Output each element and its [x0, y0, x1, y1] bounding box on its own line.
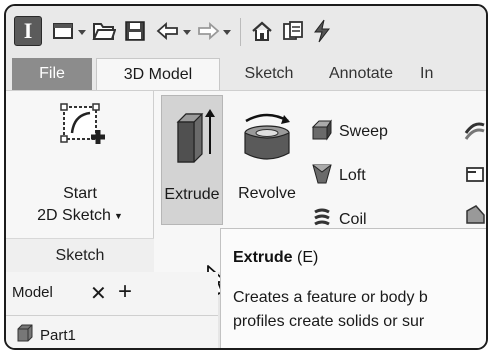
- chevron-down-icon[interactable]: [78, 28, 86, 36]
- redo-icon[interactable]: [196, 18, 220, 44]
- tab-inspect[interactable]: In: [420, 58, 450, 90]
- revolve-icon: [240, 109, 294, 170]
- tab-sketch[interactable]: Sketch: [236, 58, 302, 90]
- start-button-label-line1: Start: [63, 185, 97, 202]
- coil-label: Coil: [339, 211, 367, 228]
- ribbon-tab-bar: File 3D Model Sketch Annotate In: [6, 58, 486, 90]
- start-button-label-line2: 2D Sketch ▼: [37, 207, 123, 224]
- new-file-icon[interactable]: [52, 18, 74, 44]
- tab-file[interactable]: File: [12, 58, 92, 90]
- sweep-label: Sweep: [339, 123, 388, 140]
- sketch-panel: Start 2D Sketch ▼ Sketch: [6, 91, 154, 273]
- tooltip-description: Creates a feature or body b profiles cre…: [233, 289, 428, 330]
- sweep-icon: [311, 118, 333, 146]
- rib-icon[interactable]: [464, 119, 486, 146]
- start-sketch-icon: [58, 103, 108, 158]
- update-icon[interactable]: [312, 18, 332, 44]
- open-folder-icon[interactable]: [92, 18, 116, 44]
- extrude-button[interactable]: Extrude: [161, 95, 223, 225]
- app-logo[interactable]: I: [14, 16, 42, 46]
- tab-model[interactable]: Model: [12, 284, 53, 301]
- add-tab-icon[interactable]: +: [118, 278, 132, 306]
- tooltip-title: Extrude (E): [233, 249, 319, 266]
- emboss-icon[interactable]: [464, 163, 486, 190]
- undo-icon[interactable]: [156, 18, 180, 44]
- browser-tab-bar: Model ✕ +: [6, 272, 218, 316]
- tree-item-part1[interactable]: Part1: [16, 324, 76, 346]
- close-icon[interactable]: ✕: [90, 281, 107, 306]
- sweep-button[interactable]: Sweep: [311, 117, 388, 147]
- extrude-button-label: Extrude: [164, 186, 220, 203]
- tree-item-label: Part1: [40, 326, 76, 344]
- part-icon: [16, 324, 34, 346]
- extrude-tooltip: Extrude (E) Creates a feature or body b …: [220, 228, 486, 348]
- extrude-icon: [174, 106, 216, 169]
- chevron-down-icon[interactable]: ▼: [114, 211, 123, 221]
- revolve-button[interactable]: Revolve: [226, 95, 308, 225]
- chevron-down-icon[interactable]: [223, 28, 231, 36]
- home-icon[interactable]: [250, 18, 274, 44]
- loft-icon: [311, 163, 333, 190]
- model-browser: Model ✕ + Part1: [6, 272, 218, 348]
- save-icon[interactable]: [124, 18, 146, 44]
- tab-annotate[interactable]: Annotate: [318, 58, 404, 90]
- application-window: I File 3D Model Sketch Annotate In Start…: [4, 4, 488, 350]
- loft-label: Loft: [339, 167, 366, 184]
- toolbar-divider: [240, 18, 241, 46]
- loft-button[interactable]: Loft: [311, 161, 366, 191]
- project-icon[interactable]: [282, 18, 304, 44]
- tab-3d-model[interactable]: 3D Model: [96, 58, 220, 90]
- start-2d-sketch-button[interactable]: Start 2D Sketch ▼: [10, 97, 150, 235]
- derive-icon[interactable]: [464, 203, 486, 230]
- sketch-panel-label: Sketch: [6, 238, 154, 272]
- revolve-button-label: Revolve: [238, 185, 296, 202]
- chevron-down-icon[interactable]: [183, 28, 191, 36]
- quick-access-toolbar: I: [6, 6, 486, 58]
